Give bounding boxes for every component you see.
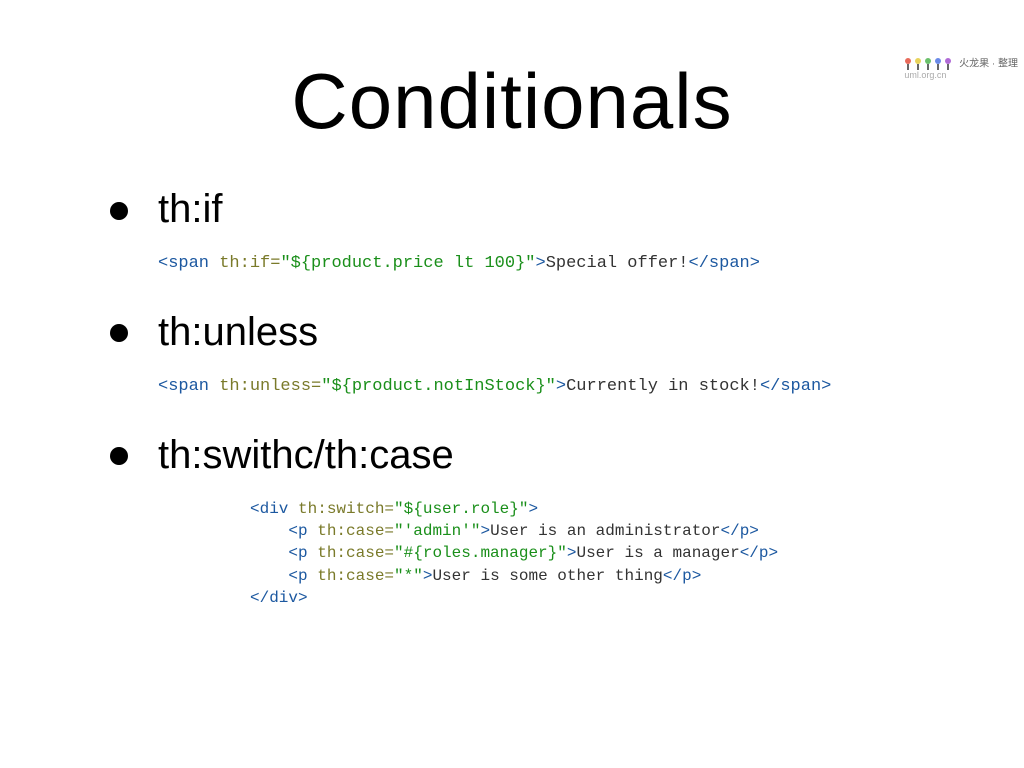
figure-icon — [914, 58, 922, 70]
code-token: "*" — [394, 567, 423, 585]
bullet-dot-icon — [110, 324, 128, 342]
slide-content: th:if <span th:if="${product.price lt 10… — [0, 187, 1024, 610]
figure-icon — [904, 58, 912, 70]
code-token: User is some other thing — [432, 567, 662, 585]
bullet-row-thswitch: th:swithc/th:case — [110, 433, 984, 478]
slide-title: Conditionals — [0, 56, 1024, 147]
watermark-figures — [904, 58, 952, 70]
code-token: "#{roles.manager}" — [394, 544, 567, 562]
code-token: "${product.notInStock}" — [321, 377, 556, 396]
code-token: = — [384, 500, 394, 518]
bullet-text-thif: th:if — [158, 187, 222, 232]
code-token: User is an administrator — [490, 522, 720, 540]
code-token: <p — [288, 522, 307, 540]
code-token: </span> — [760, 377, 831, 396]
code-token: </p> — [663, 567, 701, 585]
code-token: </span> — [689, 254, 760, 273]
code-token: > — [480, 522, 490, 540]
code-token: User is a manager — [576, 544, 739, 562]
code-token: th:case — [308, 544, 385, 562]
watermark: 火龙果 · 整理 uml.org.cn — [904, 58, 1018, 81]
figure-icon — [924, 58, 932, 70]
code-token: > — [528, 500, 538, 518]
figure-icon — [934, 58, 942, 70]
code-token: th:case — [308, 522, 385, 540]
code-token: <p — [288, 544, 307, 562]
code-token: <span — [158, 377, 209, 396]
code-token: <p — [288, 567, 307, 585]
code-token: > — [556, 377, 566, 396]
code-token: <span — [158, 254, 209, 273]
code-token: = — [384, 567, 394, 585]
code-token: = — [270, 254, 280, 273]
code-token: Currently in stock! — [566, 377, 760, 396]
bullet-row-thunless: th:unless — [110, 310, 984, 355]
code-token: th:if — [209, 254, 270, 273]
watermark-line2: uml.org.cn — [904, 70, 946, 80]
code-token: </div> — [250, 589, 308, 607]
code-token: th:case — [308, 567, 385, 585]
code-block-thif: <span th:if="${product.price lt 100}">Sp… — [158, 252, 984, 276]
watermark-line1: 火龙果 · 整理 — [959, 59, 1018, 70]
code-token: "${user.role}" — [394, 500, 528, 518]
code-token: </p> — [721, 522, 759, 540]
code-token: "'admin'" — [394, 522, 480, 540]
bullet-row-thif: th:if — [110, 187, 984, 232]
code-token: th:unless — [209, 377, 311, 396]
code-token: th:switch — [288, 500, 384, 518]
code-block-thunless: <span th:unless="${product.notInStock}">… — [158, 375, 984, 399]
code-token: "${product.price lt 100}" — [280, 254, 535, 273]
bullet-dot-icon — [110, 202, 128, 220]
bullet-text-thunless: th:unless — [158, 310, 318, 355]
code-block-thswitch: <div th:switch="${user.role}"> <p th:cas… — [250, 498, 984, 610]
code-token: = — [384, 522, 394, 540]
code-token: Special offer! — [546, 254, 689, 273]
figure-icon — [944, 58, 952, 70]
code-token: </p> — [740, 544, 778, 562]
code-token: > — [423, 567, 433, 585]
code-token: > — [535, 254, 545, 273]
code-token: = — [384, 544, 394, 562]
code-token: <div — [250, 500, 288, 518]
code-token: = — [311, 377, 321, 396]
bullet-text-thswitch: th:swithc/th:case — [158, 433, 454, 478]
bullet-dot-icon — [110, 447, 128, 465]
